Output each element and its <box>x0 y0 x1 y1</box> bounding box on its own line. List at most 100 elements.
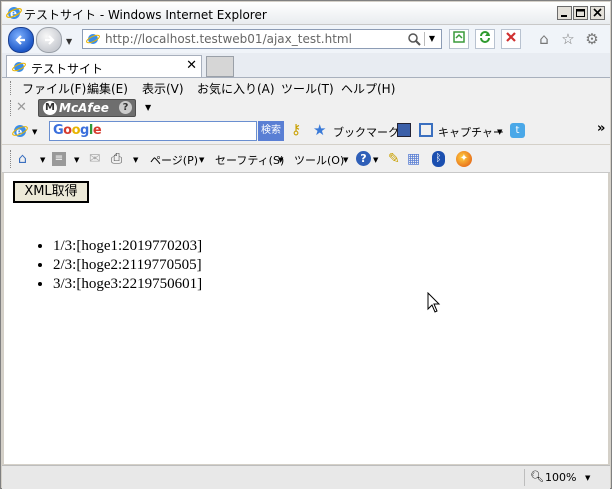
menu-file[interactable]: ファイル(F) <box>22 80 86 97</box>
result-list: 1/3:[hoge1:2019770203] 2/3:[hoge2:211977… <box>39 237 202 294</box>
menu-view[interactable]: 表示(V) <box>142 80 184 97</box>
save-icon[interactable] <box>397 123 411 137</box>
google-search-input[interactable]: Google <box>49 121 257 141</box>
google-toolbar: e ▼ Google 検索 ⚷ ★ ブックマーク キャプチャー ▼ t » <box>2 119 610 144</box>
google-search-button[interactable]: 検索 <box>258 121 284 141</box>
capture-dropdown[interactable]: ▼ <box>497 128 502 136</box>
compatibility-icon <box>453 31 465 43</box>
back-arrow-icon <box>15 35 25 45</box>
research-icon[interactable]: ✎ <box>388 151 400 167</box>
twitter-icon[interactable]: t <box>510 123 525 138</box>
stop-button[interactable] <box>501 29 521 49</box>
close-icon <box>593 8 602 17</box>
tools-dropdown[interactable]: ▼ <box>343 156 348 164</box>
google-logo: Google <box>53 123 102 138</box>
url-text[interactable]: http://localhost.testweb01/ajax_test.htm… <box>105 32 352 46</box>
command-bar: ⌂ ▼ ≡ ▼ ✉ ⎙ ▼ ページ(P) ▼ セーフティ(S) ▼ ツール(O)… <box>2 145 610 173</box>
search-icon[interactable] <box>407 32 421 46</box>
minimize-button[interactable] <box>557 6 572 20</box>
mcafee-button[interactable]: M McAfee ? <box>38 99 136 117</box>
refresh-icon <box>480 31 490 43</box>
new-tab-button[interactable] <box>206 56 234 77</box>
compatibility-view-button[interactable] <box>449 29 469 49</box>
tools-menu[interactable]: ツール(O) <box>294 152 344 168</box>
window-title: テストサイト - Windows Internet Explorer <box>24 8 267 22</box>
safety-dropdown[interactable]: ▼ <box>278 156 283 164</box>
menu-help[interactable]: ヘルプ(H) <box>341 80 395 97</box>
forward-button[interactable] <box>36 27 62 53</box>
minimize-icon <box>561 15 567 17</box>
list-item: 3/3:[hoge3:2219750601] <box>53 275 202 294</box>
list-item: 1/3:[hoge1:2019770203] <box>53 237 202 256</box>
help-dropdown[interactable]: ▼ <box>373 156 378 164</box>
address-dropdown[interactable]: ▼ <box>424 32 439 46</box>
browser-window: e テストサイト - Windows Internet Explorer ▼ h… <box>0 0 612 489</box>
back-button[interactable] <box>8 27 34 53</box>
status-bar: 🔍︎ 100% ▼ <box>2 465 610 489</box>
mcafee-dropdown[interactable]: ▼ <box>145 103 151 112</box>
menu-favorites[interactable]: お気に入り(A) <box>197 80 275 97</box>
page-dropdown[interactable]: ▼ <box>199 156 204 164</box>
ie-page-icon <box>86 34 100 44</box>
ie-dropdown[interactable]: ▼ <box>32 128 37 136</box>
mcafee-toolbar: ✕ M McAfee ? ▼ <box>2 97 610 119</box>
zoom-dropdown[interactable]: ▼ <box>585 474 590 482</box>
page-content: XML取得 1/3:[hoge1:2019770203] 2/3:[hoge2:… <box>4 173 608 464</box>
mcafee-shield-icon: M <box>43 101 57 115</box>
menu-tools[interactable]: ツール(T) <box>281 80 334 97</box>
close-button[interactable] <box>590 6 605 20</box>
print-icon[interactable]: ⎙ <box>111 151 122 167</box>
zoom-icon: 🔍︎ <box>530 470 544 483</box>
home-dropdown[interactable]: ▼ <box>40 156 45 164</box>
address-bar[interactable]: http://localhost.testweb01/ajax_test.htm… <box>82 29 442 49</box>
ie-logo-icon: e <box>6 7 22 20</box>
capture-button[interactable]: キャプチャー <box>438 124 504 140</box>
navigation-bar: ▼ http://localhost.testweb01/ajax_test.h… <box>2 25 610 53</box>
tab-strip: テストサイト ✕ <box>2 53 610 78</box>
menu-edit[interactable]: 編集(E) <box>87 80 128 97</box>
feeds-icon[interactable]: ≡ <box>52 152 66 166</box>
bookmark-star-icon[interactable]: ★ <box>313 121 326 139</box>
mail-icon[interactable]: ✉ <box>89 151 101 167</box>
mcafee-help-icon[interactable]: ? <box>119 101 132 114</box>
tab-close-icon[interactable]: ✕ <box>186 58 197 73</box>
mcafee-label: McAfee <box>59 101 109 115</box>
forward-arrow-icon <box>45 35 55 45</box>
maximize-button[interactable] <box>573 6 588 20</box>
capture-icon[interactable] <box>419 123 433 137</box>
ie-page-icon <box>12 62 26 72</box>
get-xml-button[interactable]: XML取得 <box>13 181 89 203</box>
translate-icon[interactable]: ▦ <box>407 151 420 167</box>
feeds-dropdown[interactable]: ▼ <box>74 156 79 164</box>
toolbar-grip[interactable] <box>10 100 13 116</box>
home-icon[interactable]: ⌂ <box>18 151 27 167</box>
list-item: 2/3:[hoge2:2119770505] <box>53 256 202 275</box>
key-icon[interactable]: ⚷ <box>291 122 301 138</box>
menu-bar: ファイル(F) 編集(E) 表示(V) お気に入り(A) ツール(T) ヘルプ(… <box>2 78 610 97</box>
toolbar-grip[interactable] <box>10 81 13 95</box>
close-toolbar-icon[interactable]: ✕ <box>16 100 27 115</box>
addon-icon[interactable]: ✦ <box>456 151 472 167</box>
title-bar: e テストサイト - Windows Internet Explorer <box>2 2 610 25</box>
page-menu[interactable]: ページ(P) <box>150 152 198 168</box>
history-dropdown[interactable]: ▼ <box>66 37 72 46</box>
url-path: /ajax_test.html <box>262 32 352 46</box>
ie-logo-icon[interactable]: e <box>12 123 30 139</box>
bookmark-button[interactable]: ブックマーク <box>333 124 399 140</box>
toolbar-grip[interactable] <box>10 150 13 168</box>
print-dropdown[interactable]: ▼ <box>133 156 138 164</box>
tab-active[interactable]: テストサイト ✕ <box>6 55 202 77</box>
refresh-button[interactable] <box>475 29 495 49</box>
bluetooth-icon[interactable]: ᛒ <box>432 151 445 167</box>
favorites-star-icon[interactable]: ☆ <box>559 30 577 48</box>
zoom-level: 100% <box>545 471 577 484</box>
gear-icon[interactable]: ⚙ <box>583 30 601 48</box>
help-icon[interactable]: ? <box>356 151 371 166</box>
home-icon[interactable]: ⌂ <box>535 30 553 48</box>
toolbar-overflow-icon[interactable]: » <box>597 121 605 136</box>
tab-label: テストサイト <box>31 62 104 76</box>
maximize-icon <box>576 9 585 17</box>
safety-menu[interactable]: セーフティ(S) <box>215 152 284 168</box>
zoom-control[interactable]: 🔍︎ 100% ▼ <box>524 469 603 486</box>
stop-icon <box>506 32 516 42</box>
